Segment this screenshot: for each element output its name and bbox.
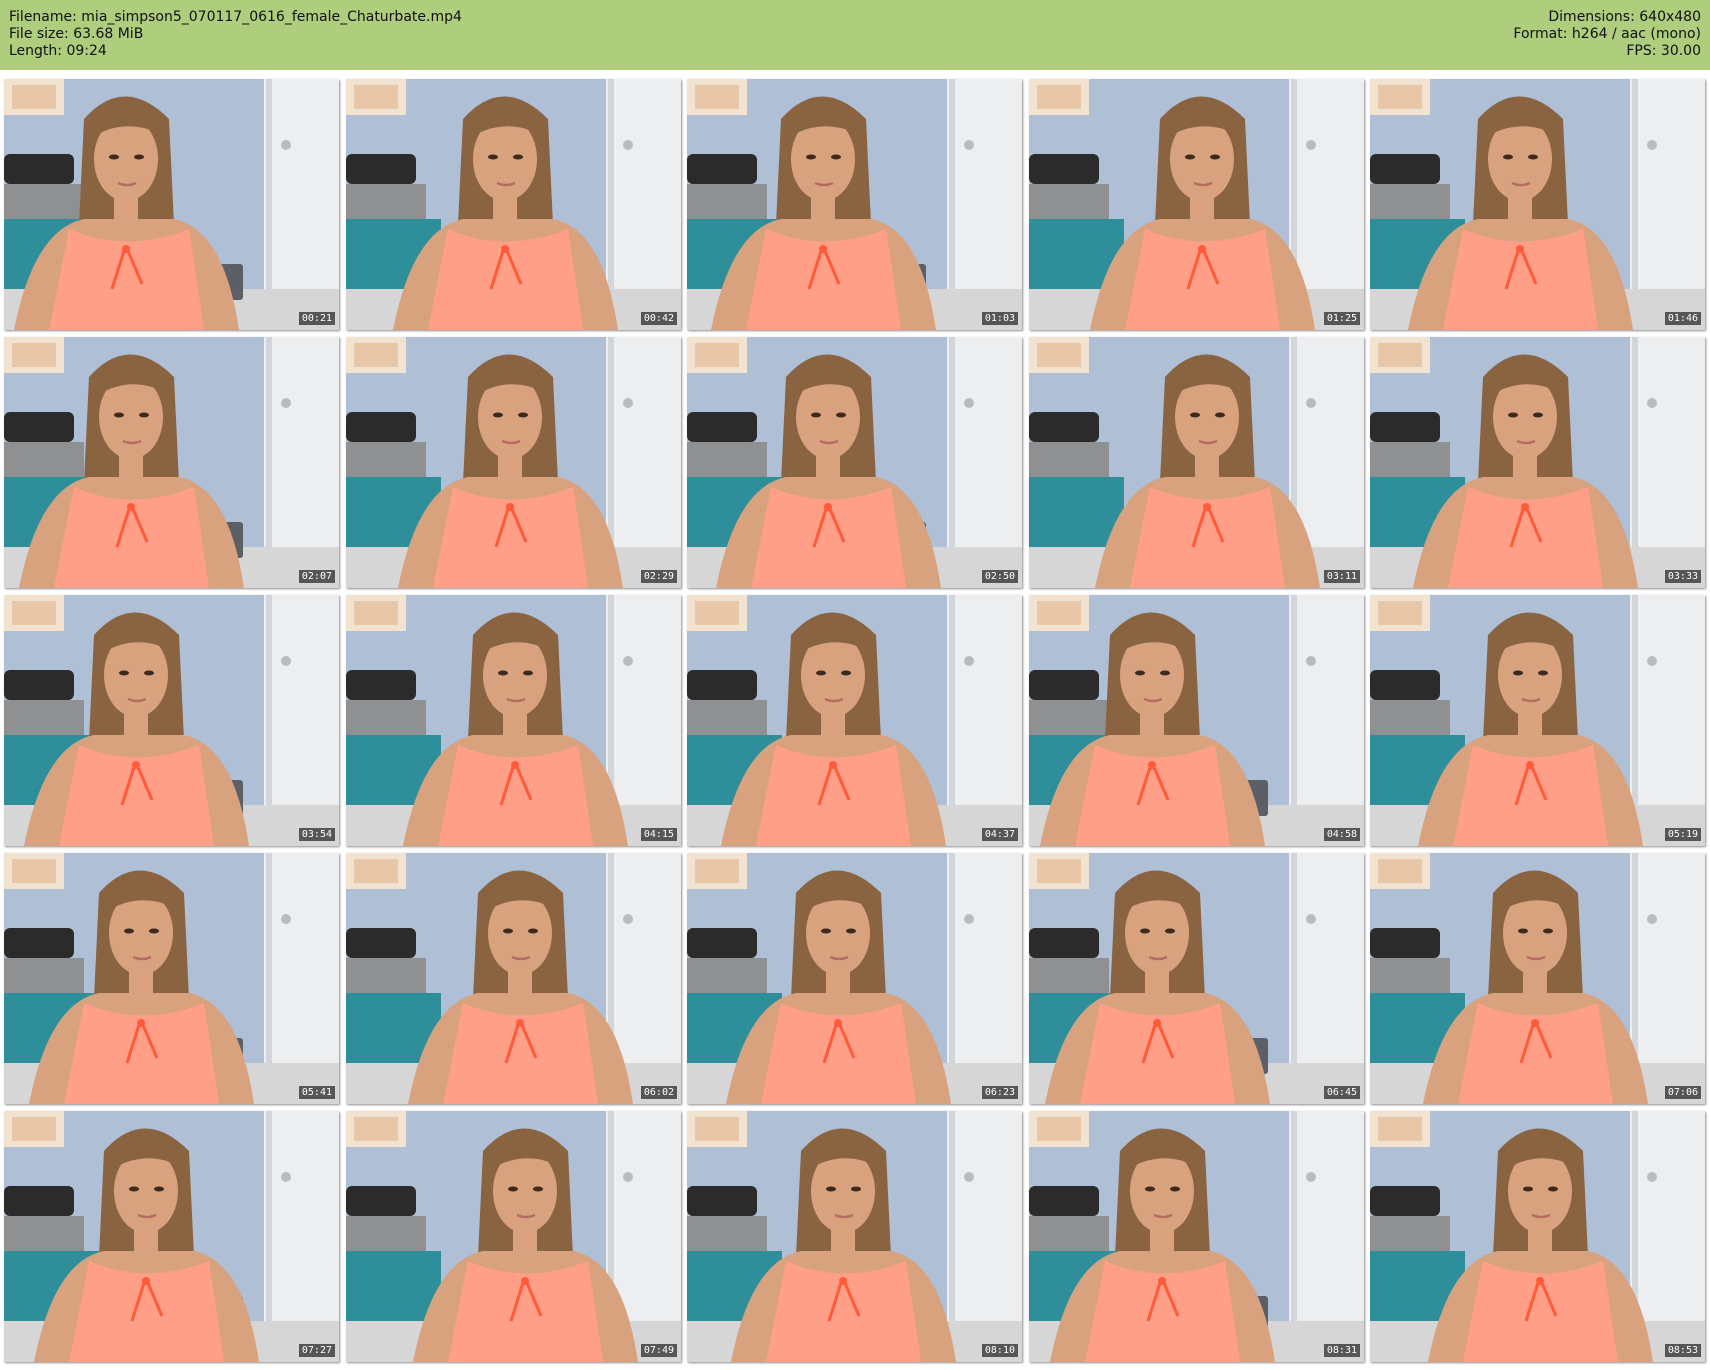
frame-image — [687, 595, 1022, 846]
timestamp-label: 08:53 — [1664, 1344, 1701, 1357]
video-thumbnail: 04:58 — [1029, 595, 1364, 846]
frame-image — [4, 853, 339, 1104]
video-thumbnail: 03:11 — [1029, 337, 1364, 588]
frame-image — [346, 337, 681, 588]
timestamp-label: 04:58 — [1323, 828, 1360, 841]
timestamp-label: 06:02 — [640, 1086, 677, 1099]
video-thumbnail: 04:37 — [687, 595, 1022, 846]
video-thumbnail: 02:29 — [346, 337, 681, 588]
video-thumbnail: 06:23 — [687, 853, 1022, 1104]
video-thumbnail: 05:19 — [1370, 595, 1705, 846]
frame-image — [346, 1111, 681, 1362]
video-thumbnail: 02:50 — [687, 337, 1022, 588]
timestamp-label: 03:54 — [298, 828, 335, 841]
video-thumbnail: 06:02 — [346, 853, 681, 1104]
fps-text: FPS: 30.00 — [1626, 43, 1701, 59]
filename-text: Filename: mia_simpson5_070117_0616_femal… — [9, 9, 462, 25]
frame-image — [4, 337, 339, 588]
dimensions-text: Dimensions: 640x480 — [1548, 9, 1701, 25]
video-thumbnail: 08:31 — [1029, 1111, 1364, 1362]
timestamp-label: 07:49 — [640, 1344, 677, 1357]
video-thumbnail: 01:03 — [687, 79, 1022, 330]
format-info: Dimensions: 640x480 Format: h264 / aac (… — [1513, 9, 1701, 60]
timestamp-label: 03:33 — [1664, 570, 1701, 583]
timestamp-label: 01:03 — [981, 312, 1018, 325]
timestamp-label: 02:29 — [640, 570, 677, 583]
video-thumbnail: 05:41 — [4, 853, 339, 1104]
timestamp-label: 05:41 — [298, 1086, 335, 1099]
frame-image — [1370, 337, 1705, 588]
frame-image — [4, 1111, 339, 1362]
timestamp-label: 08:10 — [981, 1344, 1018, 1357]
timestamp-label: 04:37 — [981, 828, 1018, 841]
video-thumbnail: 06:45 — [1029, 853, 1364, 1104]
frame-image — [687, 79, 1022, 330]
video-thumbnail: 04:15 — [346, 595, 681, 846]
timestamp-label: 02:50 — [981, 570, 1018, 583]
video-thumbnail: 01:25 — [1029, 79, 1364, 330]
frame-image — [346, 595, 681, 846]
video-thumbnail: 03:54 — [4, 595, 339, 846]
timestamp-label: 00:42 — [640, 312, 677, 325]
video-thumbnail: 01:46 — [1370, 79, 1705, 330]
frame-image — [687, 853, 1022, 1104]
video-thumbnail: 07:27 — [4, 1111, 339, 1362]
frame-image — [1029, 853, 1364, 1104]
timestamp-label: 04:15 — [640, 828, 677, 841]
video-thumbnail: 00:42 — [346, 79, 681, 330]
timestamp-label: 03:11 — [1323, 570, 1360, 583]
video-thumbnail: 07:06 — [1370, 853, 1705, 1104]
frame-image — [1029, 1111, 1364, 1362]
timestamp-label: 07:06 — [1664, 1086, 1701, 1099]
file-info: Filename: mia_simpson5_070117_0616_femal… — [9, 9, 462, 60]
filesize-text: File size: 63.68 MiB — [9, 26, 144, 42]
frame-image — [1029, 337, 1364, 588]
video-thumbnail: 07:49 — [346, 1111, 681, 1362]
frame-image — [1029, 595, 1364, 846]
video-thumbnail: 08:53 — [1370, 1111, 1705, 1362]
timestamp-label: 06:23 — [981, 1086, 1018, 1099]
timestamp-label: 01:25 — [1323, 312, 1360, 325]
frame-image — [687, 1111, 1022, 1362]
timestamp-label: 07:27 — [298, 1344, 335, 1357]
frame-image — [4, 79, 339, 330]
info-header: Filename: mia_simpson5_070117_0616_femal… — [0, 0, 1710, 70]
timestamp-label: 01:46 — [1664, 312, 1701, 325]
frame-image — [346, 853, 681, 1104]
frame-image — [1370, 595, 1705, 846]
video-thumbnail: 08:10 — [687, 1111, 1022, 1362]
timestamp-label: 08:31 — [1323, 1344, 1360, 1357]
video-thumbnail: 03:33 — [1370, 337, 1705, 588]
frame-image — [1370, 853, 1705, 1104]
frame-image — [4, 595, 339, 846]
timestamp-label: 06:45 — [1323, 1086, 1360, 1099]
format-text: Format: h264 / aac (mono) — [1513, 26, 1701, 42]
timestamp-label: 00:21 — [298, 312, 335, 325]
frame-image — [1370, 1111, 1705, 1362]
timestamp-label: 05:19 — [1664, 828, 1701, 841]
video-thumbnail: 00:21 — [4, 79, 339, 330]
video-thumbnail: 02:07 — [4, 337, 339, 588]
timestamp-label: 02:07 — [298, 570, 335, 583]
length-text: Length: 09:24 — [9, 43, 107, 59]
frame-image — [346, 79, 681, 330]
frame-image — [1370, 79, 1705, 330]
frame-image — [1029, 79, 1364, 330]
frame-image — [687, 337, 1022, 588]
